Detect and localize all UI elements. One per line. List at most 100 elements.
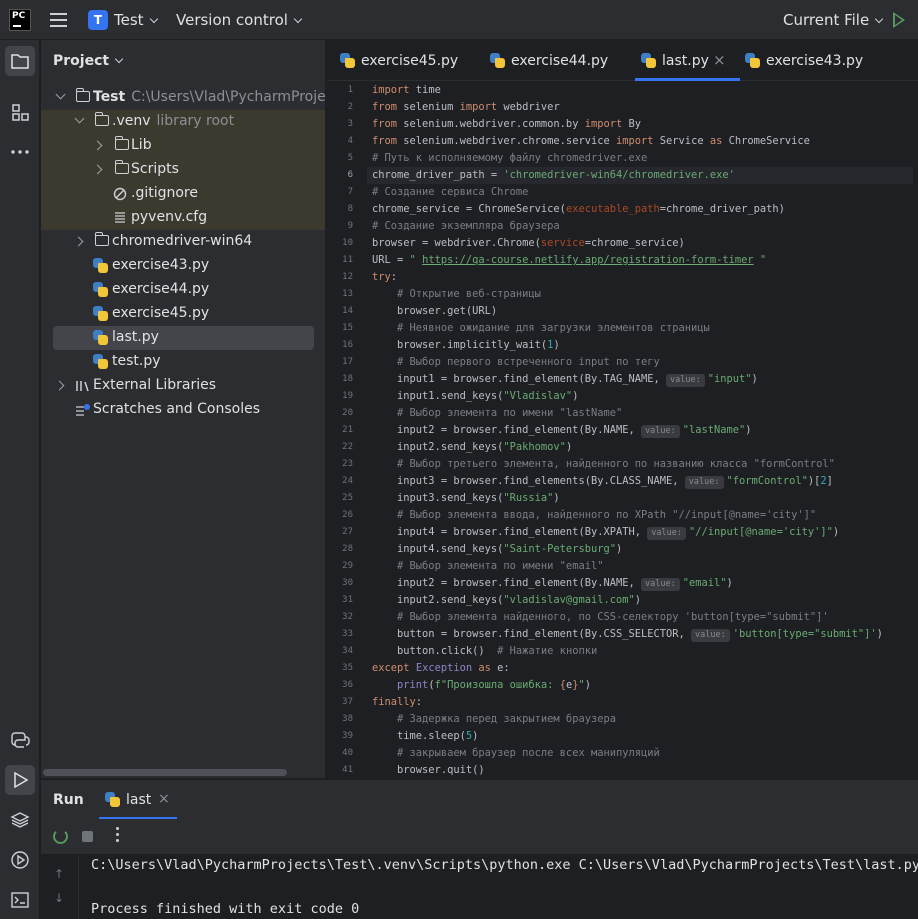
tree-item-label: pyvenv.cfg — [131, 209, 208, 225]
line-number: 19 — [342, 391, 353, 401]
line-number: 10 — [342, 238, 353, 248]
run-button-icon[interactable] — [893, 12, 905, 28]
tab-label: exercise43.py — [766, 53, 864, 69]
line-number: 1 — [347, 85, 353, 95]
horizontal-scrollbar[interactable] — [43, 769, 287, 776]
console-line: Process finished with exit code 0 — [91, 901, 360, 917]
tree-item-exercise43[interactable]: exercise43.py — [41, 254, 325, 278]
tree-item-test[interactable]: Test C:\Users\Vlad\PycharmProjects\Test — [41, 86, 325, 110]
scratches-icon — [76, 404, 90, 416]
line-number: 22 — [342, 442, 353, 452]
run-config-label: Current File — [783, 11, 870, 29]
close-tab-icon[interactable]: × — [158, 791, 170, 807]
project-badge[interactable]: T — [88, 10, 108, 30]
close-tab-icon[interactable]: × — [713, 51, 726, 69]
line-number: 38 — [342, 714, 353, 724]
tree-item-last[interactable]: last.py — [53, 326, 314, 350]
arrow-up-icon[interactable]: ↑ — [54, 867, 66, 881]
line-number: 17 — [342, 357, 353, 367]
line-number: 39 — [342, 731, 353, 741]
folder-icon — [75, 88, 90, 102]
more-vertical-icon[interactable] — [116, 827, 120, 845]
tree-item-gitignore[interactable]: .gitignore — [41, 182, 325, 206]
tree-item-venv[interactable]: .venv library root — [41, 110, 325, 134]
code-editor[interactable]: 1 2 3 4 5 6 7 8 9 10 11 12 13 14 15 16 17 18 19 20 21 22 23 24 2… — [327, 82, 918, 778]
line-number: 26 — [342, 510, 353, 520]
tree-item-label: test.py — [112, 353, 161, 369]
tree-item-scratches[interactable]: Scratches and Consoles — [41, 398, 325, 422]
code-line: # Открытие веб-страницы — [397, 288, 541, 300]
code-line: # Выбор третьего элемента, найденного по… — [397, 458, 835, 470]
version-control-menu[interactable]: Version control — [176, 11, 303, 29]
code-line: import time — [372, 84, 441, 96]
code-line: # Выбор элемента по имени "email" — [397, 560, 604, 572]
tree-item-test-py[interactable]: test.py — [41, 350, 325, 374]
tab-last[interactable]: last.py × — [635, 40, 740, 81]
chevron-right-icon[interactable] — [92, 164, 103, 175]
line-number: 37 — [342, 697, 353, 707]
chevron-down-icon[interactable] — [74, 113, 85, 124]
tree-item-chromedriver[interactable]: chromedriver-win64 — [41, 230, 325, 254]
rerun-icon[interactable] — [53, 829, 68, 844]
tree-item-label: Scratches and Consoles — [93, 401, 260, 417]
run-tool-button[interactable] — [5, 765, 35, 795]
pycharm-logo-icon[interactable]: PC — [9, 9, 31, 31]
main-menu-icon[interactable] — [50, 13, 67, 27]
code-line-current: chrome_driver_path = 'chromedriver-win64… — [367, 167, 913, 184]
layers-tool-button[interactable] — [5, 805, 35, 835]
services-icon — [11, 851, 29, 869]
chevron-right-icon[interactable] — [73, 236, 84, 247]
code-line: # закрываем браузер после всех манипуляц… — [397, 747, 660, 759]
python-file-icon — [93, 258, 108, 273]
tab-label: exercise45.py — [361, 53, 459, 69]
project-tool-button[interactable] — [5, 46, 35, 76]
tree-item-label: .venv — [112, 113, 151, 129]
line-number: 35 — [342, 663, 353, 673]
terminal-icon — [11, 892, 29, 908]
stop-icon[interactable] — [82, 831, 93, 842]
python-file-icon — [93, 282, 108, 297]
line-number: 13 — [342, 289, 353, 299]
code-line: finally: — [372, 696, 423, 708]
tree-item-external-libraries[interactable]: External Libraries — [41, 374, 325, 398]
chevron-right-icon[interactable] — [92, 140, 103, 151]
code-line: browser.get(URL) — [372, 305, 498, 317]
code-line: browser.implicitly_wait(1) — [372, 339, 560, 351]
code-line: input2.send_keys("vladislav@gmail.com") — [372, 594, 642, 606]
tree-item-exercise44[interactable]: exercise44.py — [41, 278, 325, 302]
line-number: 23 — [342, 459, 353, 469]
line-number: 29 — [342, 561, 353, 571]
code-line: from selenium.webdriver.common.by import… — [372, 118, 642, 130]
project-panel: Project Test C:\Users\Vlad\PycharmProject… — [41, 40, 326, 778]
line-number: 30 — [342, 578, 353, 588]
line-number: 5 — [347, 153, 353, 163]
chevron-down-icon[interactable] — [55, 89, 66, 100]
code-line: # Выбор элемента найденного, по CSS-селе… — [397, 611, 829, 623]
tree-item-scripts[interactable]: Scripts — [41, 158, 325, 182]
code-line: URL = " https://qa-course.netlify.app/re… — [372, 254, 767, 266]
structure-tool-button[interactable] — [5, 97, 35, 127]
chevron-down-icon — [874, 14, 884, 24]
tree-item-lib[interactable]: Lib — [41, 134, 325, 158]
arrow-down-icon[interactable]: ↓ — [54, 891, 66, 905]
chevron-right-icon[interactable] — [54, 380, 65, 391]
more-tools-button[interactable] — [5, 137, 35, 167]
python-file-icon — [490, 53, 505, 68]
library-icon — [76, 381, 89, 392]
run-config-selector[interactable]: Current File — [783, 11, 884, 29]
more-horizontal-icon — [11, 150, 29, 154]
terminal-tool-button[interactable] — [5, 885, 35, 915]
project-switcher[interactable]: Test — [114, 11, 158, 29]
python-icon — [11, 732, 30, 748]
tree-item-exercise45[interactable]: exercise45.py — [41, 302, 325, 326]
code-line: input1 = browser.find_element(By.TAG_NAM… — [372, 373, 758, 387]
services-tool-button[interactable] — [5, 845, 35, 875]
chevron-down-icon — [149, 14, 158, 24]
tree-item-pyvenv-cfg[interactable]: pyvenv.cfg — [41, 206, 325, 230]
python-packages-button[interactable] — [5, 725, 35, 755]
python-file-icon — [745, 53, 760, 68]
code-line: try: — [372, 271, 398, 283]
run-console[interactable]: ↑ ↓ C:\Users\Vlad\PycharmProjects\Test\.… — [41, 855, 918, 919]
console-line: C:\Users\Vlad\PycharmProjects\Test\.venv… — [91, 857, 918, 873]
project-panel-title[interactable]: Project — [53, 53, 124, 69]
